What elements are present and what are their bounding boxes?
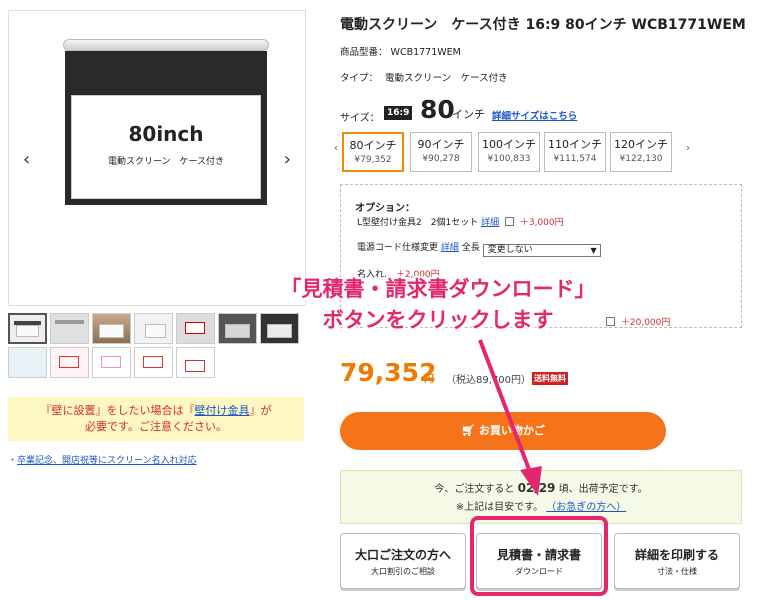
option-price: ＋3,000円 bbox=[519, 218, 564, 228]
thumbnail[interactable] bbox=[92, 347, 131, 378]
sku-value: WCB1771WEM bbox=[390, 47, 461, 58]
size-label: サイズ： bbox=[340, 113, 380, 124]
bulk-order-sub: 大口割引のご相談 bbox=[371, 567, 435, 576]
option-checkbox[interactable] bbox=[504, 217, 514, 226]
print-details-button[interactable]: 詳細を印刷する 寸法・仕様 bbox=[614, 533, 740, 589]
option-sub-label: 全長 bbox=[461, 243, 480, 253]
ship-text: 頃、出荷予定です。 bbox=[558, 484, 648, 495]
size-value: 80 bbox=[420, 95, 455, 124]
sku-label: 商品型番： bbox=[340, 47, 388, 58]
thumbnail[interactable] bbox=[50, 313, 89, 344]
free-shipping-badge: 送料無料 bbox=[532, 372, 568, 385]
price-value: 79,352 bbox=[340, 358, 437, 387]
screen-case bbox=[63, 39, 269, 51]
size-option-price: ¥122,130 bbox=[619, 154, 663, 164]
highlight-frame bbox=[470, 516, 608, 596]
image-prev-arrow[interactable]: ‹ bbox=[23, 149, 30, 170]
size-option-price: ¥100,833 bbox=[487, 154, 531, 164]
size-prev-arrow[interactable]: ‹ bbox=[334, 143, 338, 154]
select-value: 変更しない bbox=[487, 245, 533, 255]
name-print-note: ・卒業記念、開店祝等にスクリーン名入れ対応 bbox=[8, 456, 197, 466]
chevron-down-icon: ▼ bbox=[590, 246, 597, 255]
wall-bracket-link[interactable]: 壁付け金具 bbox=[195, 404, 250, 417]
size-option[interactable]: 100インチ ¥100,833 bbox=[478, 132, 540, 172]
size-option-label: 110インチ bbox=[548, 138, 602, 151]
print-button-label: 詳細を印刷する bbox=[634, 548, 719, 562]
notice-text: 』が bbox=[249, 404, 272, 417]
option-detail-link[interactable]: 詳細 bbox=[481, 218, 499, 228]
print-button-sub: 寸法・仕様 bbox=[657, 567, 697, 576]
thumbnail[interactable] bbox=[176, 347, 215, 378]
type-label: タイプ： bbox=[340, 73, 379, 84]
size-option-label: 100インチ bbox=[482, 138, 536, 151]
thumbnail[interactable] bbox=[50, 347, 89, 378]
ship-text: 今、ご注文すると bbox=[434, 484, 515, 495]
size-detail-link[interactable]: 詳細サイズはこちら bbox=[492, 108, 577, 122]
size-option[interactable]: 80インチ ¥79,352 bbox=[342, 132, 404, 172]
name-print-link[interactable]: 卒業記念、開店祝等にスクリーン名入れ対応 bbox=[17, 456, 197, 466]
size-option-price: ¥111,574 bbox=[553, 154, 597, 164]
wall-mount-notice: 『壁に設置』をしたい場合は『壁付け金具』が 必要です。ご注意ください。 bbox=[8, 397, 304, 441]
size-option[interactable]: 120インチ ¥122,130 bbox=[610, 132, 672, 172]
thumbnail[interactable] bbox=[134, 313, 173, 344]
cord-length-select[interactable]: 変更しない ▼ bbox=[482, 244, 601, 257]
size-selector: ‹ 80インチ ¥79,352 90インチ ¥90,278 100インチ ¥10… bbox=[334, 130, 690, 172]
thumbnail[interactable] bbox=[134, 347, 173, 378]
image-caption: 電動スクリーン ケース付き bbox=[107, 157, 225, 167]
urgent-link[interactable]: （お急ぎの方へ） bbox=[546, 502, 626, 513]
annotation-line1: 「見積書・請求書ダウンロード」 bbox=[280, 277, 596, 301]
cart-button-label: お買い物かご bbox=[478, 424, 545, 437]
thumbnail[interactable] bbox=[176, 313, 215, 344]
size-option[interactable]: 110インチ ¥111,574 bbox=[544, 132, 606, 172]
size-unit: インチ bbox=[452, 108, 485, 121]
option-label: L型壁付け金具2 2個1セット bbox=[357, 218, 479, 228]
notice-text: 『壁に設置』をしたい場合は『 bbox=[40, 404, 195, 417]
option-row: L型壁付け金具2 2個1セット 詳細 ＋3,000円 bbox=[357, 215, 564, 228]
notice-text: 必要です。ご注意ください。 bbox=[85, 420, 227, 433]
product-title: 電動スクリーン ケース付き 16:9 80インチ WCB1771WEM bbox=[340, 17, 746, 33]
screen-face: 80inch 電動スクリーン ケース付き bbox=[71, 95, 261, 199]
price-tax: （税込89,700円） bbox=[446, 375, 531, 386]
thumbnail[interactable] bbox=[92, 313, 131, 344]
size-option-price: ¥79,352 bbox=[354, 155, 392, 165]
image-next-arrow[interactable]: › bbox=[284, 149, 291, 170]
option-label: 電源コード仕様変更 bbox=[357, 243, 439, 253]
option-row: 電源コード仕様変更 詳細 全長 変更しない ▼ bbox=[357, 240, 601, 257]
thumbnail[interactable] bbox=[8, 313, 47, 344]
cart-icon: 🛒︎ bbox=[461, 424, 479, 437]
size-option-label: 80インチ bbox=[349, 139, 397, 152]
option-detail-link[interactable]: 詳細 bbox=[441, 243, 459, 253]
price-unit: 円 bbox=[424, 374, 434, 385]
size-option-label: 90インチ bbox=[417, 138, 465, 151]
ship-note: ※上記は目安です。 bbox=[455, 502, 544, 513]
product-sku: 商品型番： WCB1771WEM bbox=[340, 44, 461, 58]
size-option-price: ¥90,278 bbox=[422, 154, 460, 164]
aspect-ratio-badge: 16:9 bbox=[384, 106, 413, 120]
options-title: オプション： bbox=[355, 203, 415, 214]
image-size-text: 80inch bbox=[128, 122, 204, 146]
add-to-cart-button[interactable]: 🛒︎ お買い物かご bbox=[340, 412, 666, 450]
size-next-arrow[interactable]: › bbox=[686, 143, 690, 154]
annotation-line2: ボタンをクリックします bbox=[322, 308, 554, 332]
product-type: タイプ： 電動スクリーン ケース付き bbox=[340, 70, 508, 84]
type-value: 電動スクリーン ケース付き bbox=[385, 73, 508, 84]
size-option-label: 120インチ bbox=[614, 138, 668, 151]
product-main-image: ‹ › 80inch 電動スクリーン ケース付き bbox=[8, 10, 306, 306]
screen-bottom-bar bbox=[65, 199, 267, 205]
thumbnail[interactable] bbox=[8, 347, 47, 378]
size-option[interactable]: 90インチ ¥90,278 bbox=[410, 132, 472, 172]
ship-date: 02/29 bbox=[517, 481, 556, 495]
bulk-order-label: 大口ご注文の方へ bbox=[354, 548, 451, 562]
bulk-order-button[interactable]: 大口ご注文の方へ 大口割引のご相談 bbox=[340, 533, 466, 589]
